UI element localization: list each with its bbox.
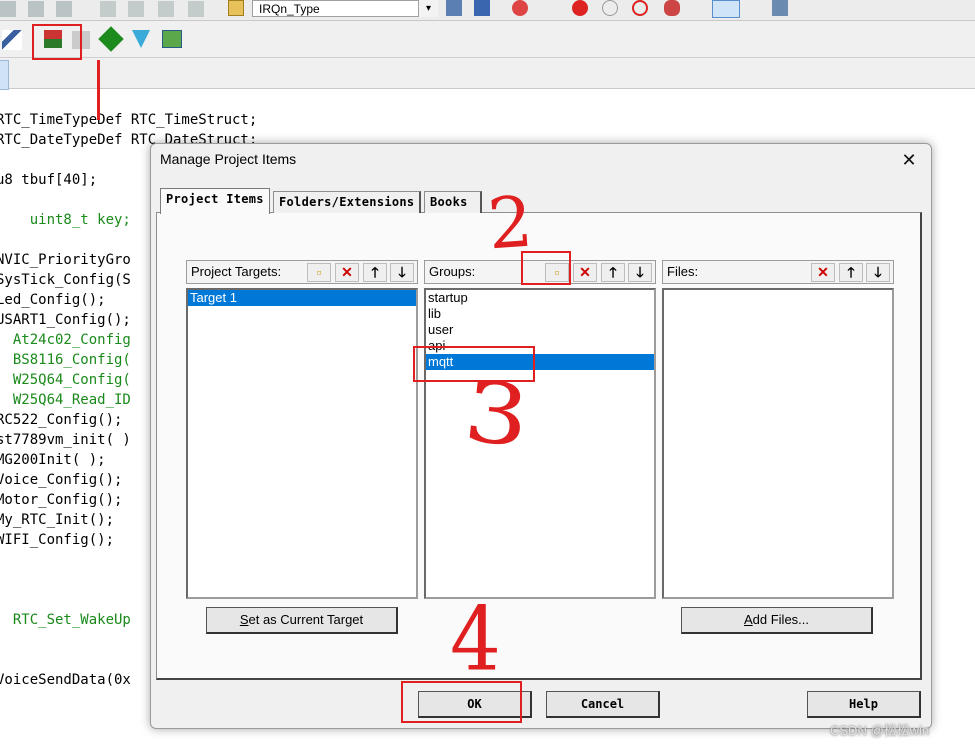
pack-installer-icon[interactable] <box>98 26 124 52</box>
list-icon[interactable] <box>158 1 174 17</box>
runtime-env-icon[interactable] <box>132 30 150 48</box>
tab-folders-extensions[interactable]: Folders/Extensions <box>273 191 421 213</box>
find-in-files-icon[interactable] <box>446 0 462 16</box>
files-header: Files: ✕ 🡑 🡓 <box>662 260 894 284</box>
indent-icon[interactable] <box>0 1 16 17</box>
code-line: BS8116_Config( <box>0 352 131 368</box>
close-icon[interactable]: ✕ <box>897 150 921 172</box>
targets-label: Project Targets: <box>191 264 282 279</box>
clear-breakpoints-icon[interactable] <box>632 0 648 16</box>
move-up-file-icon[interactable]: 🡑 <box>839 263 863 282</box>
code-line: RTC_TimeTypeDef RTC_TimeStruct; <box>0 112 258 128</box>
add-files-label: dd Files... <box>752 612 810 627</box>
uncomment-icon[interactable] <box>100 1 116 17</box>
move-down-file-icon[interactable]: 🡓 <box>866 263 890 282</box>
code-line: MG200Init( ); <box>0 452 106 468</box>
code-line: SysTick_Config(S <box>0 272 131 288</box>
cancel-button[interactable]: Cancel <box>546 691 660 718</box>
project-toolbar <box>0 21 975 58</box>
annotation-number-3: 3 <box>459 361 534 467</box>
help-button[interactable]: Help <box>807 691 921 718</box>
code-line: USART1_Config(); <box>0 312 131 328</box>
new-target-icon[interactable]: ▫ <box>307 263 331 282</box>
code-line: NVIC_PriorityGro <box>0 252 131 268</box>
groups-list-item[interactable]: user <box>426 322 654 338</box>
annotation-box-1 <box>32 24 82 60</box>
groups-list[interactable]: startup lib user api mqtt <box>424 288 656 599</box>
add-files-button[interactable]: Add Files... <box>681 607 873 634</box>
move-up-group-icon[interactable]: 🡑 <box>601 263 625 282</box>
main-toolbar: IRQn_Type ▾ <box>0 0 975 21</box>
code-line: W25Q64_Read_ID <box>0 392 131 408</box>
list2-icon[interactable] <box>188 1 204 17</box>
code-line: RTC_Set_WakeUp <box>0 612 131 628</box>
magic-wand-icon[interactable] <box>2 30 22 50</box>
breakpoint-icon[interactable] <box>572 0 588 16</box>
set-target-mnemonic: S <box>239 612 249 627</box>
dialog-title: Manage Project Items <box>160 151 297 167</box>
debug-search-icon[interactable] <box>512 0 528 16</box>
find-combo[interactable]: IRQn_Type <box>252 0 438 17</box>
set-as-current-target-button[interactable]: Set as Current Target <box>206 607 398 634</box>
outdent-icon[interactable] <box>28 1 44 17</box>
code-line: Voice_Config(); <box>0 472 123 488</box>
annotation-number-4: 4 <box>450 588 501 691</box>
kill-breakpoints-icon[interactable] <box>664 0 680 16</box>
move-up-target-icon[interactable]: 🡑 <box>363 263 387 282</box>
navigate-icon[interactable] <box>474 0 490 16</box>
wrench-icon[interactable] <box>772 0 788 16</box>
code-line: uint8_t key; <box>0 212 131 228</box>
add-files-mnemonic: A <box>743 612 753 627</box>
folder-icon[interactable] <box>228 0 244 16</box>
window-layout-icon[interactable] <box>712 0 740 18</box>
code-line: Motor_Config(); <box>0 492 123 508</box>
editor-tab[interactable] <box>0 60 9 90</box>
watermark: CSDN @松松win <box>830 723 930 738</box>
code-line: u8 tbuf[40]; <box>0 172 98 188</box>
code-line: WIFI_Config(); <box>0 532 115 548</box>
code-line: st7789vm_init( ) <box>0 432 131 448</box>
targets-list-item[interactable]: Target 1 <box>188 290 416 306</box>
targets-header: Project Targets: ▫ ✕ 🡑 🡓 <box>186 260 418 284</box>
groups-list-item[interactable]: startup <box>426 290 654 306</box>
tab-project-items[interactable]: Project Items <box>160 188 270 214</box>
delete-target-icon[interactable]: ✕ <box>335 263 359 282</box>
delete-group-icon[interactable]: ✕ <box>573 263 597 282</box>
chevron-down-icon[interactable]: ▾ <box>418 0 438 17</box>
disable-breakpoint-icon[interactable] <box>602 0 618 16</box>
code-line: VoiceSendData(0x <box>0 672 131 688</box>
code-line: At24c02_Config <box>0 332 131 348</box>
files-list[interactable] <box>662 288 894 599</box>
annotation-line-1 <box>97 60 100 120</box>
groups-list-item[interactable]: lib <box>426 306 654 322</box>
comment-icon[interactable] <box>56 1 72 17</box>
bookmark-icon[interactable] <box>128 1 144 17</box>
delete-file-icon[interactable]: ✕ <box>811 263 835 282</box>
files-label: Files: <box>667 264 699 279</box>
code-line: RC522_Config(); <box>0 412 123 428</box>
code-line: My_RTC_Init(); <box>0 512 115 528</box>
move-down-target-icon[interactable]: 🡓 <box>390 263 414 282</box>
code-line: Led_Config(); <box>0 292 106 308</box>
annotation-number-2: 2 <box>485 180 536 266</box>
editor-tab-strip <box>0 58 975 89</box>
move-down-group-icon[interactable]: 🡓 <box>628 263 652 282</box>
tab-books[interactable]: Books <box>424 191 482 213</box>
groups-label: Groups: <box>429 264 476 279</box>
targets-list[interactable]: Target 1 <box>186 288 418 599</box>
set-target-label: et as Current Target <box>248 612 364 627</box>
code-line: W25Q64_Config( <box>0 372 131 388</box>
targets-items: Target 1 <box>188 290 416 306</box>
software-packs-icon[interactable] <box>162 30 182 48</box>
